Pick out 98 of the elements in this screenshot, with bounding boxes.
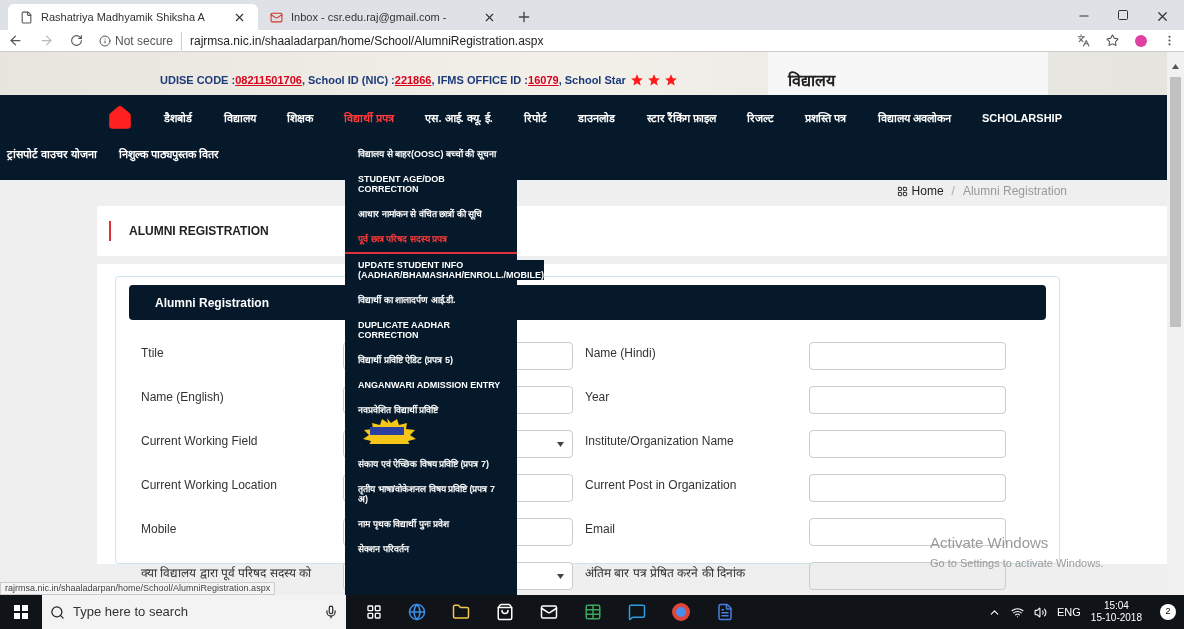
- menu-item[interactable]: UPDATE STUDENT INFO (AADHAR/BHAMASHAH/ENROLL./MOBILE): [358, 260, 544, 280]
- browser-icon[interactable]: [408, 603, 426, 621]
- mic-icon: [324, 605, 338, 619]
- spreadsheet-icon[interactable]: [584, 603, 602, 621]
- menu-item[interactable]: आधार नामांकन से वंचित छात्रों की सूचि: [358, 209, 482, 219]
- nav-item[interactable]: निशुल्क पाठ्यपुस्तक वितर: [119, 145, 220, 163]
- reload-icon[interactable]: [70, 34, 83, 47]
- field-label: Mobile: [141, 521, 178, 538]
- input-field[interactable]: [809, 386, 1006, 414]
- input-field[interactable]: [809, 474, 1006, 502]
- search-icon: [50, 604, 65, 620]
- url-text[interactable]: rajrmsa.nic.in/shaaladarpan/home/School/AlumniRegistration.aspx: [181, 31, 544, 50]
- scroll-up-icon[interactable]: [1172, 64, 1179, 69]
- nav-item[interactable]: रिजल्ट: [747, 109, 774, 127]
- field-label: Current Working Location: [141, 477, 278, 494]
- info-link[interactable]: 16079: [528, 71, 559, 88]
- logo-text: विद्यालय: [787, 73, 835, 89]
- breadcrumb-separator: /: [951, 183, 955, 200]
- nav-item[interactable]: स्टार रैंकिंग फ़ाइल: [646, 109, 716, 127]
- star-icon: [629, 72, 644, 87]
- close-icon[interactable]: [1155, 9, 1170, 24]
- nav-item[interactable]: विद्यालय अवलोकन: [877, 109, 951, 127]
- star-icon: [663, 72, 678, 87]
- mail-icon[interactable]: [540, 603, 558, 621]
- notification-badge[interactable]: 2: [1160, 604, 1176, 620]
- menu-item[interactable]: नाम पृथक विद्यार्थी पुनः प्रवेश: [358, 519, 449, 529]
- nav-item[interactable]: डैशबोर्ड: [164, 109, 193, 127]
- field-label: Email: [585, 521, 616, 538]
- tab-title: Rashatriya Madhyamik Shiksha A: [41, 9, 206, 25]
- input-field[interactable]: [809, 342, 1006, 370]
- translate-icon[interactable]: [1077, 34, 1090, 47]
- menu-item[interactable]: विद्यार्थी प्रविष्टि ऐडिट (प्रपत्र 5): [358, 355, 453, 365]
- nav-item[interactable]: एस. आई. क्यू. ई.: [425, 109, 493, 127]
- store-icon[interactable]: [496, 603, 514, 621]
- activation-hint: Go to Settings to activate Windows.: [930, 555, 1104, 571]
- menu-item[interactable]: नवप्रवेशित विद्यार्थी प्रविष्टि: [358, 405, 438, 415]
- info-label: , IFMS OFFICE ID :: [431, 72, 529, 88]
- field-label: Institute/Organization Name: [585, 433, 735, 450]
- nav-item[interactable]: रिपोर्ट: [524, 109, 548, 127]
- search-field[interactable]: Type here to search: [42, 595, 346, 629]
- profile-icon[interactable]: [1135, 34, 1147, 47]
- field-label: Year: [585, 389, 611, 406]
- menu-item[interactable]: विद्यार्थी का शालादर्पण आई.डी.: [358, 295, 456, 305]
- chat-icon[interactable]: [628, 603, 646, 621]
- wifi-icon[interactable]: [1011, 605, 1024, 619]
- form-title: Alumni Registration: [155, 294, 269, 312]
- volume-icon[interactable]: [1034, 605, 1047, 619]
- info-label: , School Star: [558, 72, 626, 88]
- mail-icon: [270, 10, 283, 24]
- caret-icon: [557, 441, 564, 447]
- nav-item[interactable]: शिक्षक: [286, 109, 313, 127]
- menu-item[interactable]: ANGANWARI ADMISSION ENTRY: [358, 380, 501, 390]
- info-icon: [99, 34, 111, 47]
- nav-item[interactable]: ट्रांसपोर्ट वाउचर योजना: [7, 145, 98, 163]
- field-label: Name (Hindi): [585, 345, 657, 362]
- activation-title: Activate Windows: [930, 533, 1050, 553]
- clock-date: 15-10-2018: [1090, 612, 1142, 624]
- info-label: , School ID (NIC) :: [301, 72, 395, 88]
- info-link[interactable]: 08211501706: [235, 71, 302, 88]
- breadcrumb-current: Alumni Registration: [962, 183, 1067, 200]
- home-icon[interactable]: [107, 105, 133, 131]
- nav-item[interactable]: प्रशस्ति पत्र: [805, 109, 847, 127]
- field-label: Current Working Field: [141, 433, 259, 450]
- input-field[interactable]: [809, 430, 1006, 458]
- menu-item[interactable]: संकाय एवं ऐच्छिक विषय प्रविष्टि (प्रपत्र 7): [358, 459, 489, 469]
- browser-tab[interactable]: Rashatriya Madhyamik Shiksha A: [8, 4, 258, 30]
- document-icon[interactable]: [716, 603, 734, 621]
- restore-icon[interactable]: [1117, 9, 1129, 21]
- field-label: Ttile: [141, 345, 165, 362]
- task-view-icon[interactable]: [366, 604, 382, 620]
- security-label: Not secure: [115, 32, 174, 50]
- nav-item[interactable]: विद्यालय: [223, 109, 256, 127]
- page-icon: [20, 10, 33, 24]
- language-indicator[interactable]: ENG: [1057, 603, 1081, 621]
- bookmark-icon[interactable]: [1106, 34, 1119, 47]
- star-icon: [646, 72, 661, 87]
- new-tab-icon[interactable]: [516, 9, 532, 25]
- dashboard-icon: [896, 185, 908, 197]
- scrollbar-thumb[interactable]: [1170, 77, 1181, 327]
- clock-time: 15:04: [1103, 600, 1129, 612]
- back-icon[interactable]: [8, 33, 23, 48]
- search-placeholder: Type here to search: [73, 603, 189, 622]
- field-label: Name (English): [141, 389, 225, 406]
- page-title: ALUMNI REGISTRATION: [129, 223, 269, 240]
- windows-icon[interactable]: [14, 605, 28, 619]
- folder-icon[interactable]: [452, 603, 470, 621]
- caret-icon: [557, 573, 564, 579]
- nav-item[interactable]: विद्यार्थी प्रपत्र: [344, 109, 395, 127]
- menu-item[interactable]: विद्यालय से बाहर(OOSC) बच्चों की सूचना: [358, 149, 496, 159]
- info-label: UDISE CODE :: [160, 72, 236, 88]
- nav-item[interactable]: डाउनलोड: [578, 109, 616, 127]
- menu-item[interactable]: सेक्शन परिवर्तन: [358, 544, 409, 554]
- nav-item[interactable]: SCHOLARSHIP: [981, 109, 1062, 127]
- menu-item[interactable]: पूर्व छात्र परिषद सदस्य प्रपत्र: [358, 234, 447, 244]
- field-label: Current Post in Organization: [585, 477, 738, 494]
- field-label: अंतिम बार पत्र प्रेषित करने की दिनांक: [585, 565, 747, 582]
- breadcrumb-link[interactable]: Home: [911, 182, 944, 200]
- tab-title: Inbox - csr.edu.raj@gmail.com -: [291, 9, 448, 25]
